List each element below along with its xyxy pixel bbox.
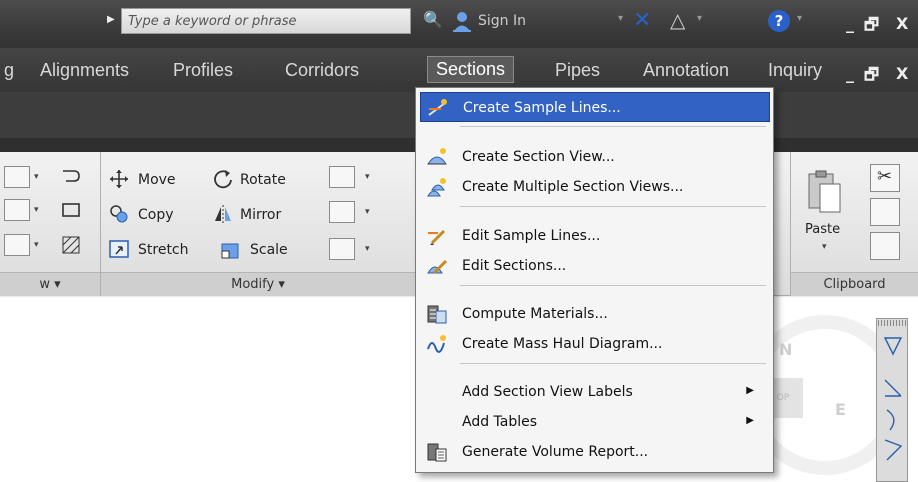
copy-button[interactable]: Copy — [138, 207, 174, 223]
submenu-arrow-icon: ▶ — [746, 415, 754, 426]
move-button[interactable]: Move — [138, 172, 176, 188]
menu-item-partial[interactable]: g — [4, 60, 14, 81]
sign-in-link[interactable]: Sign In — [478, 13, 526, 29]
autodesk-a360-icon[interactable]: △ — [670, 8, 685, 32]
array-tool-button[interactable] — [329, 238, 355, 260]
menu-separator — [460, 206, 766, 207]
menu-separator — [460, 363, 766, 364]
chevron-down-icon[interactable]: ▾ — [697, 13, 702, 24]
copy-icon[interactable] — [108, 203, 130, 225]
modify-panel-footer[interactable]: Modify ▾ — [101, 272, 415, 296]
compute-materials-icon — [427, 305, 447, 324]
chevron-down-icon[interactable]: ▾ — [797, 13, 802, 24]
polyline-icon[interactable] — [60, 166, 82, 188]
menu-item-create-sample-lines[interactable]: Create Sample Lines... — [420, 92, 770, 122]
mirror-button[interactable]: Mirror — [240, 207, 281, 223]
restore-button[interactable]: 🗗 — [864, 14, 879, 41]
move-icon[interactable] — [108, 168, 130, 190]
help-icon[interactable]: ? — [768, 10, 790, 32]
clipboard-panel-footer[interactable]: Clipboard — [791, 272, 918, 296]
volume-report-icon — [427, 443, 447, 462]
rotate-icon[interactable] — [212, 168, 234, 190]
paste-button[interactable]: Paste — [805, 222, 840, 237]
chevron-down-icon[interactable]: ▾ — [34, 240, 39, 250]
stretch-button[interactable]: Stretch — [138, 242, 189, 258]
menu-item-compute-materials[interactable]: Compute Materials... — [420, 299, 770, 329]
menu-item-sections[interactable]: Sections — [427, 56, 515, 83]
compass-east-label[interactable]: E — [835, 400, 846, 419]
menu-item-profiles[interactable]: Profiles — [173, 60, 233, 81]
trim-tool-button[interactable] — [329, 166, 355, 188]
minimize-button[interactable]: _ — [846, 14, 854, 33]
fillet-tool-button[interactable] — [329, 201, 355, 223]
nav-tool-icons[interactable] — [882, 334, 904, 474]
menu-item-pipes[interactable]: Pipes — [555, 60, 600, 81]
menu-separator — [460, 126, 766, 127]
sample-lines-icon — [428, 99, 447, 116]
copy-clip-button[interactable] — [870, 198, 900, 226]
exchange-x-icon[interactable]: ✕ — [633, 8, 651, 33]
draw-tool-button[interactable] — [4, 166, 30, 188]
rotate-button[interactable]: Rotate — [240, 172, 286, 188]
menu-item-create-multiple-section-views[interactable]: Create Multiple Section Views... — [420, 172, 770, 202]
paste-special-button[interactable] — [870, 232, 900, 260]
close-button[interactable]: X — [896, 14, 908, 33]
hatch-icon[interactable] — [60, 234, 82, 256]
chevron-down-icon[interactable]: ▾ — [365, 207, 370, 217]
mirror-icon[interactable] — [212, 203, 234, 225]
menu-item-edit-sections[interactable]: Edit Sections... — [420, 251, 770, 281]
draw-tool-button[interactable] — [4, 234, 30, 256]
menu-item-inquiry[interactable]: Inquiry — [768, 60, 822, 81]
menu-item-create-section-view[interactable]: Create Section View... — [420, 142, 770, 172]
doc-close-button[interactable]: X — [896, 64, 908, 83]
draw-tool-button[interactable] — [4, 199, 30, 221]
menu-item-edit-sample-lines[interactable]: Edit Sample Lines... — [420, 221, 770, 251]
paste-icon[interactable] — [806, 168, 844, 216]
search-input[interactable] — [121, 8, 411, 34]
menu-item-create-mass-haul-diagram[interactable]: Create Mass Haul Diagram... — [420, 329, 770, 359]
sections-dropdown-menu: Create Sample Lines... Create Section Vi… — [415, 87, 774, 473]
user-icon[interactable] — [452, 10, 472, 32]
menu-item-alignments[interactable]: Alignments — [40, 60, 129, 81]
rectangle-icon[interactable] — [60, 199, 82, 221]
menu-item-add-section-view-labels[interactable]: Add Section View Labels ▶ — [420, 377, 770, 407]
search-expand-icon[interactable]: ▶ — [107, 14, 115, 25]
chevron-down-icon[interactable]: ▾ — [365, 172, 370, 182]
draw-panel-footer[interactable]: w ▾ — [0, 272, 100, 296]
toolbar-grip[interactable] — [878, 320, 906, 326]
menu-item-corridors[interactable]: Corridors — [285, 60, 359, 81]
binoculars-search-icon[interactable]: 🔍 — [423, 10, 443, 29]
scale-button[interactable]: Scale — [250, 242, 288, 258]
menu-item-annotation[interactable]: Annotation — [643, 60, 729, 81]
compass-north-label[interactable]: N — [779, 340, 792, 359]
chevron-down-icon[interactable]: ▾ — [618, 13, 623, 24]
chevron-down-icon[interactable]: ▾ — [365, 244, 370, 254]
scale-icon[interactable] — [220, 238, 242, 260]
mass-haul-icon — [427, 335, 446, 353]
doc-minimize-button[interactable]: _ — [846, 64, 854, 83]
section-view-icon — [427, 148, 447, 165]
stretch-icon[interactable] — [108, 238, 130, 260]
multiple-section-views-icon — [427, 178, 446, 197]
edit-sample-lines-icon — [428, 229, 446, 245]
menu-separator — [460, 285, 766, 286]
edit-sections-icon — [427, 259, 448, 275]
chevron-down-icon[interactable]: ▾ — [34, 205, 39, 215]
chevron-down-icon[interactable]: ▾ — [34, 172, 39, 182]
doc-restore-button[interactable]: 🗗 — [864, 64, 879, 91]
menu-item-generate-volume-report[interactable]: Generate Volume Report... — [420, 437, 770, 467]
chevron-down-icon[interactable]: ▾ — [822, 242, 827, 252]
submenu-arrow-icon: ▶ — [746, 385, 754, 396]
menu-item-add-tables[interactable]: Add Tables ▶ — [420, 407, 770, 437]
scissors-icon: ✂ — [877, 166, 893, 187]
